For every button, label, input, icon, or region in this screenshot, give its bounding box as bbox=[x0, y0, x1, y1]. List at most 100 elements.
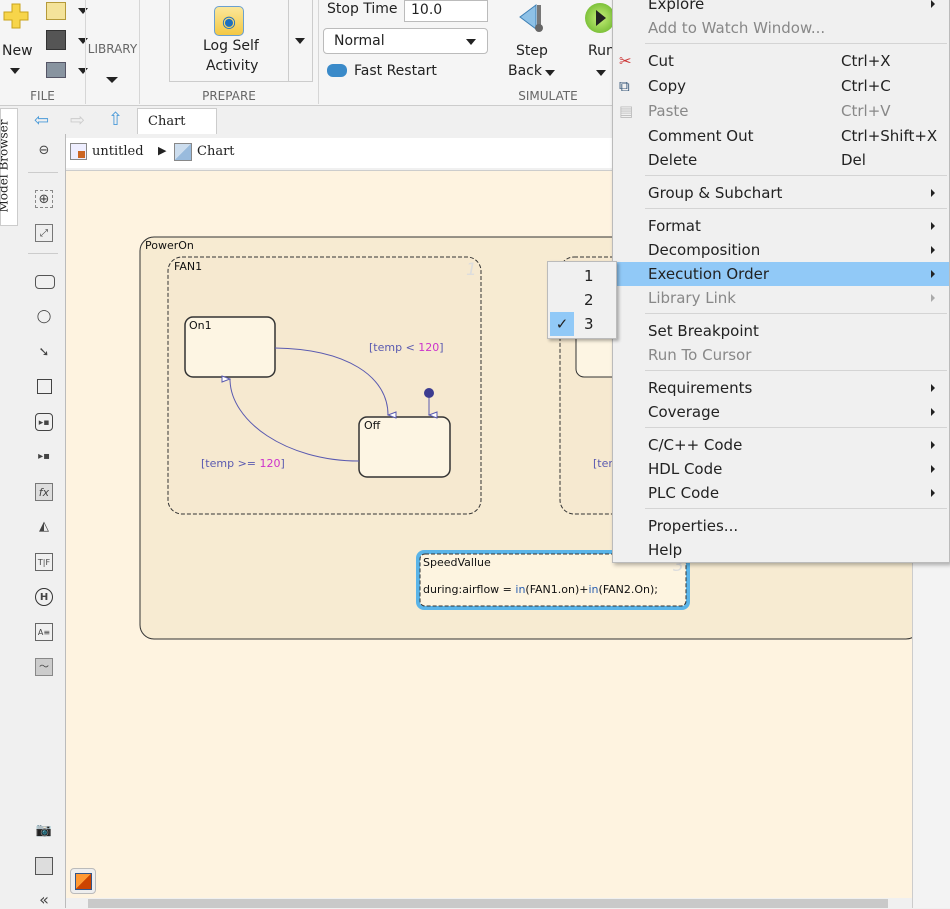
menu-item-label: Execution Order bbox=[648, 265, 770, 283]
breadcrumb-chart[interactable]: Chart bbox=[197, 144, 235, 159]
menu-item-paste[interactable]: ▤ Paste Ctrl+V bbox=[613, 99, 949, 123]
menu-item-library-link[interactable]: Library Link bbox=[613, 286, 949, 310]
on1-label: On1 bbox=[189, 319, 212, 332]
stop-time-value: 10.0 bbox=[411, 2, 443, 18]
run-icon[interactable] bbox=[585, 3, 615, 33]
menu-item-c-c-code[interactable]: C/C++ Code bbox=[613, 433, 949, 457]
save-icon[interactable] bbox=[46, 30, 66, 50]
matlab-logo-button[interactable] bbox=[70, 868, 96, 894]
check-icon: ✓ bbox=[550, 312, 574, 336]
matlab-function-icon[interactable]: ◭ bbox=[35, 518, 53, 536]
menu-item-copy[interactable]: ⧉ Copy Ctrl+C bbox=[613, 74, 949, 98]
step-back-button[interactable]: Step bbox=[516, 43, 548, 59]
open-dropdown[interactable] bbox=[78, 8, 88, 14]
run-button[interactable]: Run bbox=[588, 43, 612, 59]
new-dropdown[interactable] bbox=[10, 68, 20, 74]
breadcrumb-root[interactable]: untitled bbox=[92, 144, 144, 159]
step-back-icon[interactable] bbox=[516, 3, 546, 33]
menu-item-group-subchart[interactable]: Group & Subchart bbox=[613, 181, 949, 205]
menu-item-comment-out[interactable]: Comment Out Ctrl+Shift+X bbox=[613, 124, 949, 148]
menu-item-label: Set Breakpoint bbox=[648, 322, 759, 340]
menu-item-decomposition[interactable]: Decomposition bbox=[613, 238, 949, 262]
print-dropdown[interactable] bbox=[78, 68, 88, 74]
model-icon bbox=[70, 143, 87, 160]
menu-item-set-breakpoint[interactable]: Set Breakpoint bbox=[613, 319, 949, 343]
menu-item-label: Paste bbox=[648, 102, 689, 120]
library-button[interactable]: LIBRARY bbox=[85, 42, 140, 56]
fast-restart-button[interactable]: Fast Restart bbox=[354, 63, 437, 79]
menu-item-hdl-code[interactable]: HDL Code bbox=[613, 457, 949, 481]
image-icon[interactable]: 〜 bbox=[35, 658, 53, 676]
menu-item-label: Coverage bbox=[648, 403, 720, 421]
menu-separator bbox=[645, 427, 947, 428]
prepare-dropdown[interactable] bbox=[289, 0, 313, 82]
print-icon[interactable] bbox=[46, 62, 66, 78]
back-arrow-icon[interactable]: ⇦ bbox=[34, 110, 49, 131]
explorer-bar-icon[interactable] bbox=[35, 857, 53, 875]
history-junction-icon[interactable]: H bbox=[35, 588, 53, 606]
fit-view-icon[interactable]: ⤢ bbox=[35, 224, 53, 242]
default-transition-icon[interactable]: ➘ bbox=[35, 344, 53, 362]
menu-item-label: Requirements bbox=[648, 379, 753, 397]
open-icon[interactable] bbox=[46, 2, 66, 20]
model-browser-tab[interactable]: Model Browser bbox=[0, 108, 18, 226]
annotation-icon[interactable]: A≡ bbox=[35, 623, 53, 641]
graphical-function-icon[interactable]: fx bbox=[35, 483, 53, 501]
transition-label-1: [temp < 120] bbox=[369, 341, 444, 354]
submenu-arrow-icon bbox=[931, 408, 935, 416]
step-back-dropdown[interactable] bbox=[545, 70, 555, 76]
library-dropdown[interactable] bbox=[106, 77, 118, 83]
default-transition-dot[interactable] bbox=[424, 388, 434, 398]
log-self-activity-button[interactable]: ◉ Log Self Activity bbox=[169, 0, 289, 82]
execution-order-option-1[interactable]: 1 bbox=[548, 264, 616, 288]
menu-item-label: PLC Code bbox=[648, 484, 720, 502]
submenu-arrow-icon bbox=[931, 189, 935, 197]
camera-icon[interactable]: 📷 bbox=[35, 822, 53, 840]
menu-separator bbox=[645, 313, 947, 314]
menu-item-requirements[interactable]: Requirements bbox=[613, 376, 949, 400]
file-section-label: FILE bbox=[30, 89, 55, 103]
menu-item-add-to-watch-window[interactable]: Add to Watch Window... bbox=[613, 16, 949, 40]
execution-order-option-2[interactable]: 2 bbox=[548, 288, 616, 312]
junction-tool-icon[interactable]: ◯ bbox=[35, 308, 53, 326]
menu-item-execution-order[interactable]: Execution Order bbox=[613, 262, 949, 286]
off-label: Off bbox=[364, 419, 381, 432]
simulink-function-icon[interactable]: ▸▪ bbox=[35, 448, 53, 466]
simulink-state-icon[interactable]: ▸▪ bbox=[35, 413, 53, 431]
menu-separator bbox=[645, 370, 947, 371]
execution-order-option-3[interactable]: ✓ 3 bbox=[548, 312, 616, 336]
tab-chart[interactable]: Chart bbox=[137, 108, 217, 134]
submenu-arrow-icon bbox=[931, 0, 935, 8]
new-icon[interactable] bbox=[2, 2, 30, 30]
menu-item-run-to-cursor[interactable]: Run To Cursor bbox=[613, 343, 949, 367]
execution-order-submenu: 1 2 ✓ 3 bbox=[547, 261, 617, 339]
menu-item-delete[interactable]: Delete Del bbox=[613, 148, 949, 172]
box-tool-icon[interactable] bbox=[37, 379, 52, 394]
hide-browser-icon[interactable]: ⊖ bbox=[35, 142, 53, 160]
breadcrumb: untitled ▶ Chart bbox=[66, 138, 626, 168]
menu-item-label: HDL Code bbox=[648, 460, 723, 478]
forward-arrow-icon[interactable]: ⇨ bbox=[70, 110, 85, 131]
menu-item-format[interactable]: Format bbox=[613, 214, 949, 238]
menu-item-cut[interactable]: ✂ Cut Ctrl+X bbox=[613, 49, 949, 73]
context-menu: Explore Add to Watch Window... ✂ Cut Ctrl+X ⧉… bbox=[612, 0, 950, 563]
step-back-label: Back bbox=[508, 63, 542, 79]
menu-item-explore[interactable]: Explore bbox=[613, 0, 949, 16]
menu-item-help[interactable]: Help bbox=[613, 538, 949, 562]
log-label: Log Self bbox=[203, 38, 259, 54]
up-arrow-icon[interactable]: ⇧ bbox=[108, 109, 123, 130]
new-button[interactable]: New bbox=[2, 43, 33, 59]
truth-table-icon[interactable]: T|F bbox=[35, 553, 53, 571]
state-tool-icon[interactable] bbox=[35, 275, 55, 289]
menu-item-properties[interactable]: Properties... bbox=[613, 514, 949, 538]
simulation-mode-select[interactable]: Normal bbox=[323, 28, 488, 54]
menu-item-plc-code[interactable]: PLC Code bbox=[613, 481, 949, 505]
menu-item-coverage[interactable]: Coverage bbox=[613, 400, 949, 424]
menu-separator bbox=[645, 208, 947, 209]
run-dropdown[interactable] bbox=[596, 70, 606, 76]
menu-item-shortcut: Ctrl+V bbox=[841, 102, 891, 120]
collapse-icon[interactable]: « bbox=[35, 891, 53, 909]
zoom-icon[interactable]: ⊕ bbox=[35, 190, 53, 208]
horizontal-scrollbar[interactable] bbox=[66, 898, 912, 908]
stop-time-input[interactable]: 10.0 bbox=[404, 0, 488, 22]
